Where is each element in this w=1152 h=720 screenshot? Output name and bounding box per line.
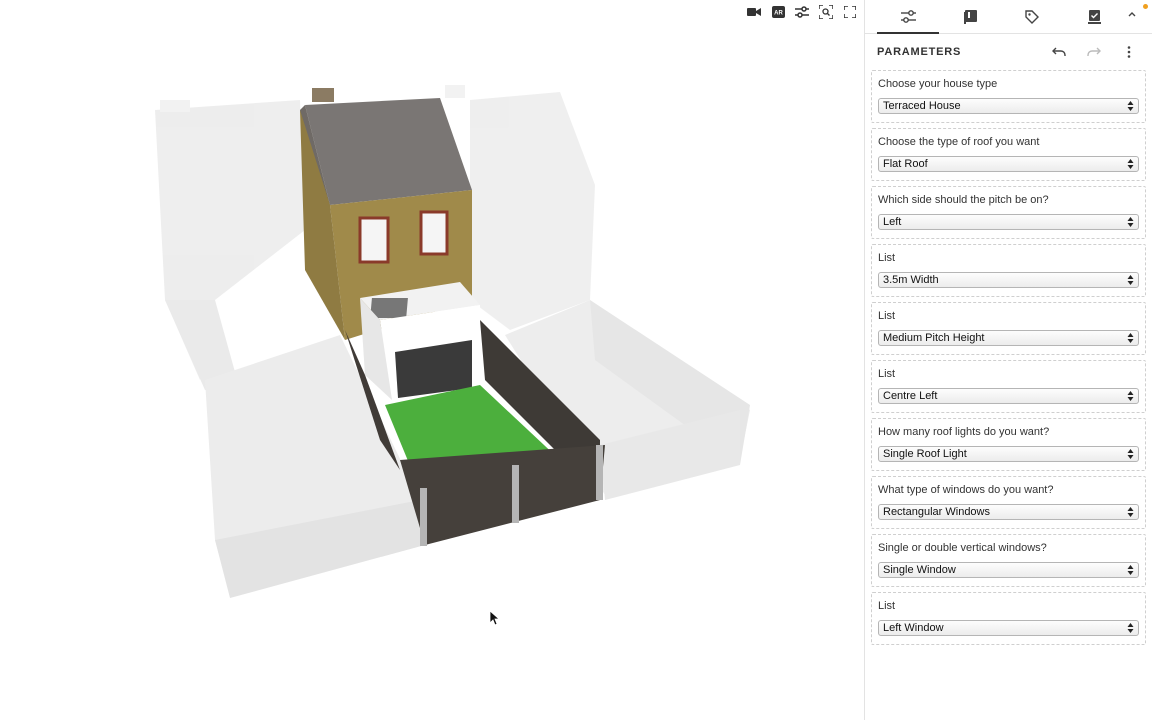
parameter-label: List — [878, 252, 896, 264]
panel-header: PARAMETERS — [865, 34, 1152, 70]
parameter-pitch-height: List Medium Pitch Height — [871, 302, 1146, 355]
parameter-house-type: Choose your house type Terraced House — [871, 70, 1146, 123]
window-type-select[interactable]: Rectangular Windows — [878, 504, 1139, 520]
panel-title: PARAMETERS — [877, 46, 962, 58]
select-arrows-icon — [1127, 391, 1134, 401]
sliders-icon[interactable] — [792, 4, 812, 20]
house-type-select[interactable]: Terraced House — [878, 98, 1139, 114]
parameter-window-side: List Left Window — [871, 592, 1146, 645]
parameter-label: How many roof lights do you want? — [878, 426, 1050, 438]
select-arrows-icon — [1127, 333, 1134, 343]
sliders-icon — [900, 10, 916, 23]
parameter-roof-lights: How many roof lights do you want? Single… — [871, 418, 1146, 471]
house-3d-model[interactable] — [0, 0, 864, 720]
select-value: Rectangular Windows — [883, 506, 990, 518]
select-value: Single Window — [883, 564, 956, 576]
width-select[interactable]: 3.5m Width — [878, 272, 1139, 288]
more-options-button[interactable] — [1118, 41, 1140, 63]
undo-icon — [1052, 47, 1066, 56]
select-arrows-icon — [1127, 507, 1134, 517]
parameter-roof-type: Choose the type of roof you want Flat Ro… — [871, 128, 1146, 181]
select-value: 3.5m Width — [883, 274, 939, 286]
pitch-height-select[interactable]: Medium Pitch Height — [878, 330, 1139, 346]
select-arrows-icon — [1127, 449, 1134, 459]
ar-icon[interactable]: AR — [768, 4, 788, 20]
select-arrows-icon — [1127, 101, 1134, 111]
book-icon — [963, 9, 977, 24]
tab-library[interactable] — [939, 0, 1001, 33]
parameter-pitch-side: Which side should the pitch be on? Left — [871, 186, 1146, 239]
tab-parameters[interactable] — [877, 0, 939, 34]
viewport-toolbar: AR — [744, 4, 860, 20]
redo-button[interactable] — [1083, 41, 1105, 63]
parameter-width: List 3.5m Width — [871, 244, 1146, 297]
select-value: Left Window — [883, 622, 944, 634]
parameter-vertical-windows: Single or double vertical windows? Singl… — [871, 534, 1146, 587]
tab-tags[interactable] — [1001, 0, 1063, 33]
parameter-label: Single or double vertical windows? — [878, 542, 1047, 554]
collapse-panel-icon[interactable] — [1128, 4, 1140, 17]
parameters-panel: PARAMETERS Choose your house type Terrac… — [864, 0, 1152, 720]
parameter-label: List — [878, 310, 896, 322]
pitch-side-select[interactable]: Left — [878, 214, 1139, 230]
select-value: Flat Roof — [883, 158, 928, 170]
parameter-label: Which side should the pitch be on? — [878, 194, 1049, 206]
parameter-label: List — [878, 600, 896, 612]
select-value: Medium Pitch Height — [883, 332, 985, 344]
panel-tabs — [865, 0, 1152, 34]
select-value: Left — [883, 216, 902, 228]
window-side-select[interactable]: Left Window — [878, 620, 1139, 636]
select-value: Single Roof Light — [883, 448, 967, 460]
position-select[interactable]: Centre Left — [878, 388, 1139, 404]
roof-lights-select[interactable]: Single Roof Light — [878, 446, 1139, 462]
parameter-list: Choose your house type Terraced House Ch… — [865, 70, 1152, 645]
zoom-extents-icon[interactable] — [816, 4, 836, 20]
download-check-icon — [1087, 9, 1101, 24]
3d-viewport[interactable]: AR — [0, 0, 864, 720]
select-arrows-icon — [1127, 275, 1134, 285]
mouse-cursor-icon — [489, 610, 501, 631]
select-arrows-icon — [1127, 565, 1134, 575]
notification-dot — [1143, 4, 1148, 9]
parameter-label: Choose the type of roof you want — [878, 136, 1040, 148]
select-arrows-icon — [1127, 159, 1134, 169]
kebab-menu-icon — [1127, 46, 1131, 58]
parameter-position: List Centre Left — [871, 360, 1146, 413]
svg-text:AR: AR — [774, 11, 783, 17]
roof-type-select[interactable]: Flat Roof — [878, 156, 1139, 172]
parameter-label: Choose your house type — [878, 78, 998, 90]
tag-icon — [1025, 9, 1039, 24]
neighbour-house-left — [155, 100, 305, 390]
parameter-label: List — [878, 368, 896, 380]
fullscreen-icon[interactable] — [840, 4, 860, 20]
redo-icon — [1087, 47, 1101, 56]
vertical-windows-select[interactable]: Single Window — [878, 562, 1139, 578]
select-value: Terraced House — [883, 100, 961, 112]
select-arrows-icon — [1127, 217, 1134, 227]
camera-icon[interactable] — [744, 4, 764, 20]
undo-button[interactable] — [1048, 41, 1070, 63]
parameter-label: What type of windows do you want? — [878, 484, 1054, 496]
select-value: Centre Left — [883, 390, 938, 402]
select-arrows-icon — [1127, 623, 1134, 633]
parameter-window-type: What type of windows do you want? Rectan… — [871, 476, 1146, 529]
tab-export[interactable] — [1063, 0, 1125, 33]
